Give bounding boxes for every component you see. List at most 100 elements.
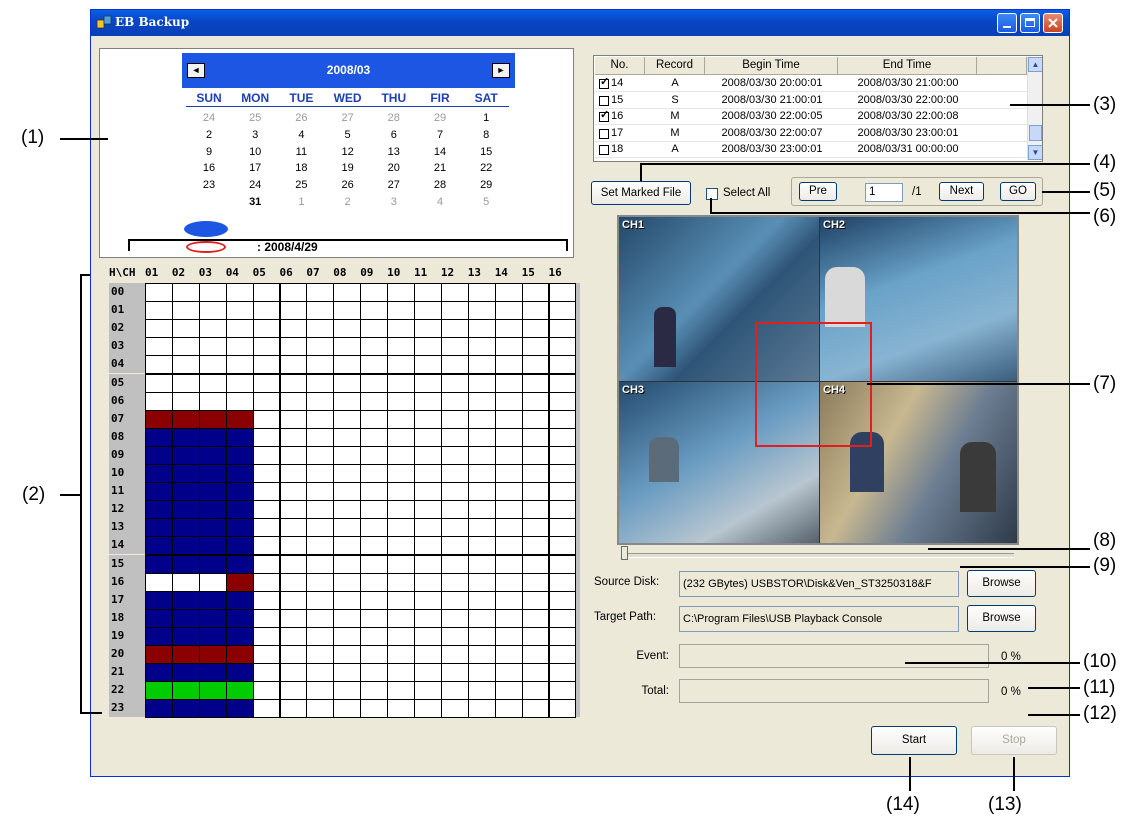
grid-cell[interactable] [145,518,173,538]
grid-cell[interactable] [171,283,200,303]
grid-cell[interactable] [145,427,173,447]
grid-cell[interactable] [414,608,442,628]
grid-cell[interactable] [145,283,173,303]
grid-cell[interactable] [548,645,577,665]
grid-cell[interactable] [494,319,523,339]
grid-cell[interactable] [171,391,200,411]
grid-cell[interactable] [279,283,308,303]
grid-cell[interactable] [414,427,442,447]
channel-header[interactable]: 12 [441,266,454,279]
grid-cell[interactable] [171,409,200,429]
grid-cell[interactable] [198,699,227,719]
grid-cell[interactable] [467,626,496,646]
grid-cell[interactable] [333,301,362,321]
file-list-scrollbar[interactable]: ▲ ▼ [1027,57,1042,160]
grid-cell[interactable] [279,518,308,538]
grid-cell[interactable] [279,681,308,701]
go-button[interactable]: GO [1000,182,1036,201]
channel-header[interactable]: 07 [306,266,319,279]
calendar-day[interactable]: 24 [186,112,232,124]
channel-header[interactable]: 03 [199,266,212,279]
grid-cell[interactable] [467,482,496,502]
grid-cell[interactable] [360,427,389,447]
grid-cell[interactable] [252,681,281,701]
calendar-day[interactable]: 31 [232,196,278,208]
grid-cell[interactable] [360,500,389,520]
grid-cell[interactable] [548,445,577,465]
grid-cell[interactable] [440,464,469,484]
grid-cell[interactable] [467,391,496,411]
grid-cell[interactable] [414,355,442,375]
grid-cell[interactable] [387,464,415,484]
calendar-day[interactable]: 6 [371,129,417,141]
grid-cell[interactable] [414,301,442,321]
grid-cell[interactable] [333,554,362,574]
grid-cell[interactable] [521,427,550,447]
channel-header[interactable]: 05 [253,266,266,279]
channel-header[interactable]: 14 [495,266,508,279]
grid-cell[interactable] [414,283,442,303]
grid-cell[interactable] [360,681,389,701]
grid-cell[interactable] [414,554,442,574]
grid-cell[interactable] [171,663,200,683]
playback-slider-track[interactable] [621,553,1014,558]
grid-cell[interactable] [252,283,281,303]
grid-cell[interactable] [494,355,523,375]
title-bar[interactable]: EB Backup [91,10,1069,36]
grid-cell[interactable] [521,319,550,339]
grid-cell[interactable] [198,482,227,502]
grid-cell[interactable] [387,536,415,556]
calendar-day-selected[interactable]: 30 [186,196,232,208]
grid-cell[interactable] [252,355,281,375]
grid-cell[interactable] [306,301,335,321]
calendar-day[interactable]: 29 [463,179,509,191]
grid-cell[interactable] [333,337,362,357]
grid-cell[interactable] [198,283,227,303]
grid-cell[interactable] [279,536,308,556]
grid-cell[interactable] [521,337,550,357]
grid-cell[interactable] [145,699,173,719]
grid-cell[interactable] [414,337,442,357]
channel-header[interactable]: 13 [468,266,481,279]
playback-slider-thumb[interactable] [621,546,628,560]
grid-cell[interactable] [387,626,415,646]
grid-cell[interactable] [171,500,200,520]
grid-cell[interactable] [414,645,442,665]
grid-cell[interactable] [306,590,335,610]
grid-cell[interactable] [440,645,469,665]
grid-cell[interactable] [548,337,577,357]
channel-header[interactable]: 06 [280,266,293,279]
grid-cell[interactable] [494,391,523,411]
grid-cell[interactable] [548,409,577,429]
grid-cell[interactable] [360,518,389,538]
grid-cell[interactable] [279,482,308,502]
channel-header[interactable]: 09 [360,266,373,279]
grid-cell[interactable] [440,699,469,719]
grid-cell[interactable] [225,445,254,465]
grid-cell[interactable] [225,301,254,321]
grid-cell[interactable] [360,464,389,484]
scroll-down-icon[interactable]: ▼ [1028,145,1042,160]
grid-cell[interactable] [171,608,200,628]
grid-cell[interactable] [414,409,442,429]
grid-cell[interactable] [548,301,577,321]
calendar-day[interactable]: 2 [325,196,371,208]
grid-cell[interactable] [252,301,281,321]
grid-cell[interactable] [198,464,227,484]
grid-cell[interactable] [467,301,496,321]
maximize-button[interactable] [1020,13,1040,33]
grid-cell[interactable] [414,699,442,719]
grid-cell[interactable] [198,319,227,339]
grid-cell[interactable] [548,391,577,411]
grid-cell[interactable] [387,663,415,683]
grid-cell[interactable] [494,464,523,484]
grid-cell[interactable] [548,554,577,574]
grid-cell[interactable] [252,427,281,447]
grid-cell[interactable] [440,572,469,592]
grid-cell[interactable] [414,464,442,484]
grid-cell[interactable] [145,536,173,556]
grid-cell[interactable] [333,699,362,719]
calendar-day[interactable]: 3 [232,129,278,141]
column-header-begin-time[interactable]: Begin Time [705,57,838,75]
grid-cell[interactable] [467,464,496,484]
